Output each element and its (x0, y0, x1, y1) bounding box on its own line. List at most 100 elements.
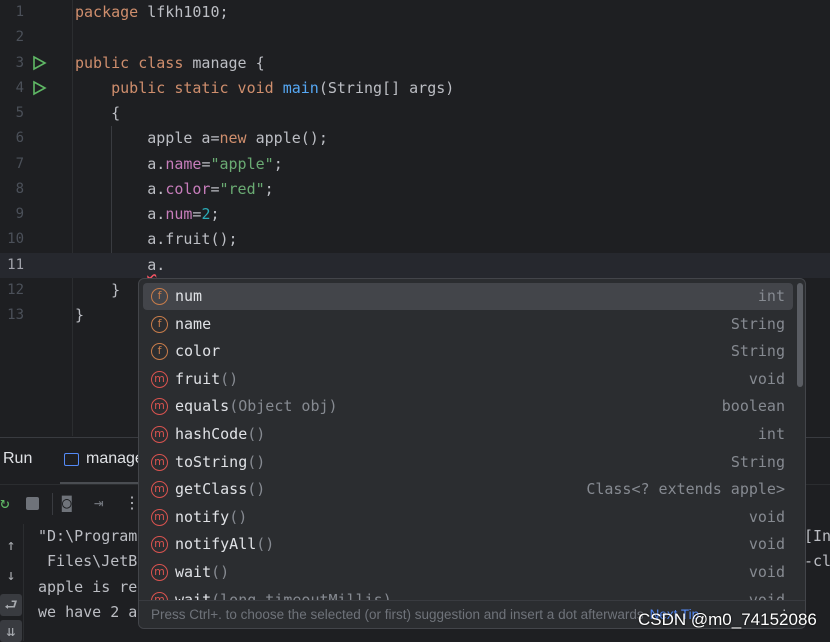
soft-wrap-icon[interactable]: ⮐ (0, 594, 22, 616)
line-number: 3 (15, 54, 24, 71)
item-type: void (748, 535, 785, 554)
completion-item[interactable]: m fruit() void (143, 366, 793, 393)
code-line[interactable]: 11 a. (0, 252, 830, 278)
code-line[interactable]: 8 a.color="red"; (0, 177, 830, 202)
code-text: public class manage { (75, 51, 265, 76)
line-number: 6 (15, 130, 24, 147)
code-token: a. (75, 205, 166, 223)
completion-item[interactable]: m notifyAll() void (143, 531, 793, 558)
item-type: String (730, 452, 785, 471)
code-token: main (282, 78, 319, 97)
code-token: name (165, 154, 202, 173)
completion-item[interactable]: m equals(Object obj) boolean (143, 393, 793, 420)
completion-item[interactable]: f color String (143, 338, 793, 365)
item-label: num (175, 287, 203, 305)
item-type: int (757, 425, 785, 443)
code-line[interactable]: 10 a.fruit(); (0, 227, 830, 252)
item-label: hashCode (175, 425, 248, 443)
item-name: toString() (175, 449, 265, 476)
completion-item[interactable]: m wait() void (143, 559, 793, 586)
code-line[interactable]: 7 a.name="apple"; (0, 152, 830, 177)
line-number: 4 (15, 79, 24, 96)
code-text: { (75, 101, 120, 126)
line-number: 11 (7, 256, 24, 273)
line-number: 9 (15, 206, 24, 222)
item-type: void (748, 507, 785, 526)
console-line: Files\JetB (38, 552, 138, 570)
code-token: manage { (192, 53, 265, 72)
code-line[interactable]: 6 apple a=new apple(); (0, 126, 830, 151)
item-label: equals (175, 397, 230, 416)
code-token: } (75, 280, 121, 299)
line-number: 2 (15, 29, 24, 46)
login-icon[interactable]: ⇥ (94, 493, 104, 512)
completion-item[interactable]: m notify() void (143, 504, 793, 531)
completion-item[interactable]: m getClass() Class<? extends apple> (143, 476, 793, 503)
method-icon: m (151, 536, 168, 554)
code-text: } (75, 303, 84, 328)
code-token: new (219, 129, 256, 148)
item-name: fruit() (175, 366, 238, 393)
field-icon: f (151, 343, 168, 361)
completion-item[interactable]: m toString() String (143, 449, 793, 476)
item-params: () (229, 507, 248, 526)
code-token: ; (273, 154, 283, 173)
line-number: 8 (15, 180, 24, 197)
code-token: ; (210, 205, 220, 223)
code-token: } (75, 306, 85, 324)
code-line[interactable]: 9 a.num=2; (0, 202, 830, 227)
code-token: "red" (219, 179, 265, 198)
item-type: void (748, 369, 785, 388)
code-token: . (156, 255, 166, 274)
console-line: "D:\Program (38, 527, 138, 545)
item-name: hashCode() (175, 421, 265, 448)
console-line: apple is re (38, 578, 138, 596)
popup-scrollbar[interactable] (797, 283, 803, 387)
completion-item[interactable]: f name String (143, 311, 793, 338)
field-icon: f (151, 288, 168, 305)
arrow-down-icon[interactable]: ↓ (0, 564, 22, 586)
method-icon: m (151, 398, 168, 416)
method-icon: m (151, 564, 168, 581)
code-token: "apple" (210, 154, 274, 173)
method-icon: m (151, 426, 168, 443)
toolbar-divider (52, 493, 53, 515)
arrow-up-icon[interactable]: ↑ (0, 534, 22, 556)
scroll-to-end-icon[interactable]: ⇊ (0, 620, 22, 642)
completion-item[interactable]: m hashCode() int (143, 421, 793, 448)
stop-icon[interactable] (26, 497, 39, 510)
tab-manage[interactable]: manage (60, 438, 150, 484)
code-line[interactable]: 3 public class manage { (0, 51, 830, 76)
run-gutter-icon[interactable] (31, 80, 47, 96)
code-token: lfkh1010; (147, 3, 229, 21)
item-type: String (730, 314, 785, 333)
code-text: a.fruit(); (75, 227, 238, 252)
code-token: { (75, 104, 121, 122)
code-completion-popup: f num int f name String f color String m fruit() vo… (138, 278, 806, 629)
code-token: package (75, 3, 148, 21)
item-label: getClass (175, 480, 248, 499)
item-params: () (247, 452, 266, 471)
run-gutter-icon[interactable] (31, 55, 47, 71)
code-token: num (165, 205, 193, 223)
completion-item[interactable]: f num int (143, 283, 793, 310)
rerun-icon[interactable]: ↻ (0, 493, 10, 512)
camera-icon[interactable]: ◙ (62, 493, 72, 512)
code-line[interactable]: 2 (0, 25, 830, 50)
code-line[interactable]: 5 { (0, 101, 830, 126)
item-name: notifyAll() (175, 531, 274, 558)
code-token: a.fruit(); (75, 230, 238, 249)
method-icon: m (151, 508, 168, 526)
line-number: 12 (7, 281, 24, 298)
item-type: Class<? extends apple> (586, 480, 785, 499)
tab-label: manage (86, 450, 144, 467)
item-params: () (247, 480, 266, 499)
field-icon: f (151, 315, 168, 333)
code-text: apple a=new apple(); (75, 126, 328, 151)
code-line[interactable]: 4 public static void main(String[] args) (0, 76, 830, 101)
console-side-toolbar: ↑ ↓ ⮐ ⇊ (0, 524, 24, 642)
code-token: = (210, 179, 220, 198)
code-line[interactable]: 1 package lfkh1010; (0, 0, 830, 25)
